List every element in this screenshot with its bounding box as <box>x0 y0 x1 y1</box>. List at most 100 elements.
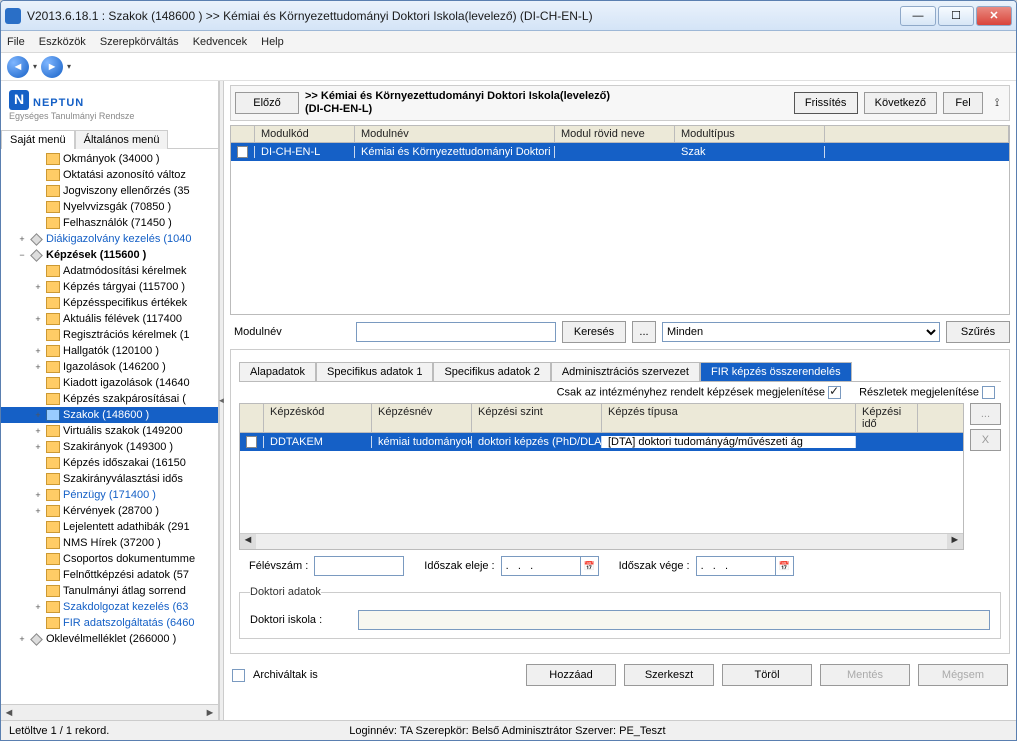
save-button[interactable]: Mentés <box>820 664 910 686</box>
tree-item[interactable]: +Szakok (148600 ) <box>1 407 218 423</box>
next-button[interactable]: Következő <box>864 92 937 114</box>
tree-item[interactable]: Adatmódosítási kérelmek <box>1 263 218 279</box>
doctor-school-input[interactable] <box>358 610 990 630</box>
tab-general-menu[interactable]: Általános menü <box>75 130 169 149</box>
col-modulename[interactable]: Modulnév <box>355 126 555 142</box>
app-icon <box>5 8 21 24</box>
close-button[interactable]: ✕ <box>976 6 1012 26</box>
tree-item[interactable]: +Diákigazolvány kezelés (1040 <box>1 231 218 247</box>
subgrid-hscrollbar[interactable]: ◄ ► <box>240 533 963 549</box>
cancel-button[interactable]: Mégsem <box>918 664 1008 686</box>
col-moduleshort[interactable]: Modul rövid neve <box>555 126 675 142</box>
archived-checkbox[interactable] <box>232 669 245 682</box>
subtab[interactable]: Alapadatok <box>239 362 316 381</box>
tree-item[interactable]: +Képzés tárgyai (115700 ) <box>1 279 218 295</box>
tree-item[interactable]: +Oklevélmelléklet (266000 ) <box>1 631 218 647</box>
menu-help[interactable]: Help <box>261 36 284 48</box>
delete-button[interactable]: Töröl <box>722 664 812 686</box>
tree-hscrollbar[interactable]: ◄ ► <box>1 704 218 720</box>
tree-item[interactable]: FIR adatszolgáltatás (6460 <box>1 615 218 631</box>
subtab[interactable]: Specifikus adatok 2 <box>433 362 550 381</box>
minimize-button[interactable]: — <box>900 6 936 26</box>
col-training-name[interactable]: Képzésnév <box>372 404 472 432</box>
tree-item[interactable]: Oktatási azonosító változ <box>1 167 218 183</box>
tree-item[interactable]: Képzésspecifikus értékek <box>1 295 218 311</box>
menu-tools[interactable]: Eszközök <box>39 36 86 48</box>
details-checkbox[interactable] <box>982 386 995 399</box>
col-moduletype[interactable]: Modultípus <box>675 126 825 142</box>
tree-item[interactable]: −Képzések (115600 ) <box>1 247 218 263</box>
col-training-time[interactable]: Képzési idő <box>856 404 918 432</box>
module-row[interactable]: DI-CH-EN-L Kémiai és Környezettudományi … <box>231 143 1009 161</box>
assign-button[interactable]: ... <box>970 403 1001 425</box>
training-row[interactable]: DDTAKEM kémiai tudományok doktori képzés… <box>240 433 963 451</box>
subtab[interactable]: Adminisztrációs szervezet <box>551 362 700 381</box>
search-ellipsis-button[interactable]: ... <box>632 321 656 343</box>
remove-button[interactable]: X <box>970 429 1001 451</box>
tree-item[interactable]: Kiadott igazolások (14640 <box>1 375 218 391</box>
search-button[interactable]: Keresés <box>562 321 626 343</box>
scroll-left-icon[interactable]: ◄ <box>1 707 17 719</box>
prev-button[interactable]: Előző <box>235 92 299 114</box>
tree-item[interactable]: NMS Hírek (37200 ) <box>1 535 218 551</box>
tree-item[interactable]: Tanulmányi átlag sorrend <box>1 583 218 599</box>
tree-item[interactable]: Regisztrációs kérelmek (1 <box>1 327 218 343</box>
pin-icon[interactable]: ⟟ <box>989 97 1005 110</box>
row-checkbox[interactable] <box>237 146 248 158</box>
tree-item[interactable]: +Kérvények (28700 ) <box>1 503 218 519</box>
col-modulecode[interactable]: Modulkód <box>255 126 355 142</box>
tree-item[interactable]: Okmányok (34000 ) <box>1 151 218 167</box>
filter-button[interactable]: Szűrés <box>946 321 1010 343</box>
scroll-right-icon[interactable]: ► <box>947 534 963 549</box>
tree-item[interactable]: +Szakirányok (149300 ) <box>1 439 218 455</box>
period-start-input[interactable] <box>501 556 581 576</box>
menu-file[interactable]: File <box>7 36 25 48</box>
tree-item[interactable]: +Pénzügy (171400 ) <box>1 487 218 503</box>
tree-item[interactable]: +Szakdolgozat kezelés (63 <box>1 599 218 615</box>
menu-roleswitch[interactable]: Szerepkörváltás <box>100 36 179 48</box>
col-training-level[interactable]: Képzési szint <box>472 404 602 432</box>
subtab[interactable]: FIR képzés összerendelés <box>700 362 852 381</box>
nav-back-icon[interactable]: ◄ <box>7 56 29 78</box>
subtab[interactable]: Specifikus adatok 1 <box>316 362 433 381</box>
tree-item[interactable]: Lejelentett adathibák (291 <box>1 519 218 535</box>
scroll-right-icon[interactable]: ► <box>202 707 218 719</box>
tree-item[interactable]: Csoportos dokumentumme <box>1 551 218 567</box>
navigation-tree[interactable]: Okmányok (34000 )Oktatási azonosító vált… <box>1 149 218 704</box>
up-button[interactable]: Fel <box>943 92 983 114</box>
tree-item[interactable]: Felhasználók (71450 ) <box>1 215 218 231</box>
add-button[interactable]: Hozzáad <box>526 664 616 686</box>
nav-forward-dropdown-icon[interactable]: ▾ <box>67 62 71 71</box>
refresh-button[interactable]: Frissítés <box>794 92 858 114</box>
tree-item[interactable]: +Virtuális szakok (149200 <box>1 423 218 439</box>
window-title: V2013.6.18.1 : Szakok (148600 ) >> Kémia… <box>27 9 900 23</box>
period-end-input[interactable] <box>696 556 776 576</box>
col-checkbox[interactable] <box>231 126 255 142</box>
tree-item[interactable]: Nyelvvizsgák (70850 ) <box>1 199 218 215</box>
row-checkbox[interactable] <box>246 436 257 448</box>
menu-favorites[interactable]: Kedvencek <box>193 36 247 48</box>
tree-item[interactable]: +Hallgatók (120100 ) <box>1 343 218 359</box>
col-training-code[interactable]: Képzéskód <box>264 404 372 432</box>
search-input[interactable] <box>356 322 556 342</box>
tree-item[interactable]: Képzés időszakai (16150 <box>1 455 218 471</box>
maximize-button[interactable]: ☐ <box>938 6 974 26</box>
col-checkbox[interactable] <box>240 404 264 432</box>
scroll-left-icon[interactable]: ◄ <box>240 534 256 549</box>
tree-item[interactable]: Képzés szakpárosításai ( <box>1 391 218 407</box>
semester-input[interactable] <box>314 556 404 576</box>
calendar-icon[interactable]: 📅 <box>776 556 794 576</box>
nav-back-dropdown-icon[interactable]: ▾ <box>33 62 37 71</box>
tab-own-menu[interactable]: Saját menü <box>1 130 75 149</box>
calendar-icon[interactable]: 📅 <box>581 556 599 576</box>
tree-item[interactable]: Felnőttképzési adatok (57 <box>1 567 218 583</box>
search-scope-select[interactable]: Minden <box>662 322 940 342</box>
col-training-type[interactable]: Képzés típusa <box>602 404 856 432</box>
tree-item[interactable]: +Aktuális félévek (117400 <box>1 311 218 327</box>
edit-button[interactable]: Szerkeszt <box>624 664 714 686</box>
inst-only-checkbox[interactable] <box>828 386 841 399</box>
tree-item[interactable]: +Igazolások (146200 ) <box>1 359 218 375</box>
nav-forward-icon[interactable]: ► <box>41 56 63 78</box>
tree-item[interactable]: Jogviszony ellenőrzés (35 <box>1 183 218 199</box>
tree-item[interactable]: Szakirányválasztási idős <box>1 471 218 487</box>
